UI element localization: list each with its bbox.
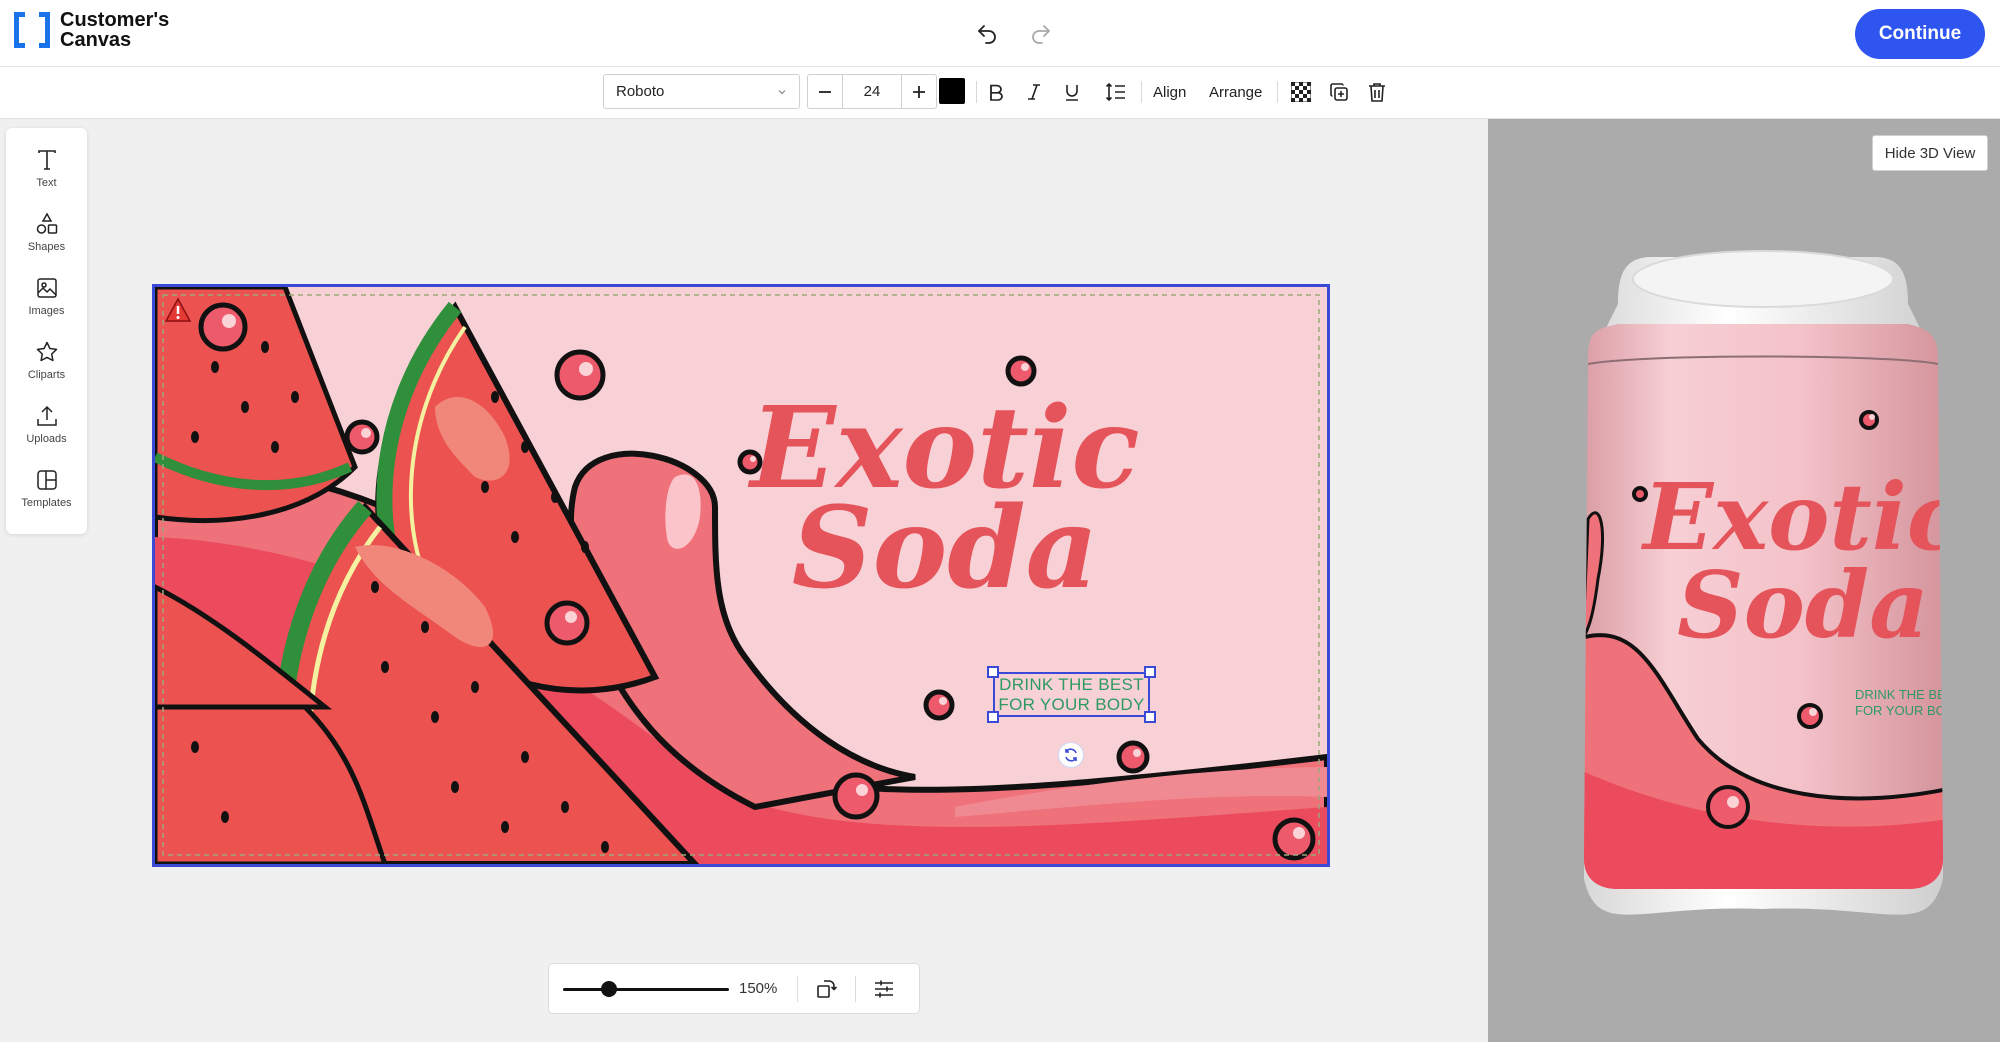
undo-icon <box>978 25 996 44</box>
star-icon <box>36 341 57 362</box>
app-header: Customer's Canvas Continue <box>0 0 2000 67</box>
tool-templates[interactable]: Templates <box>6 462 87 522</box>
can-tagline-line-2: FOR YOUR BC <box>1855 703 1945 718</box>
zoom-bar: 150% <box>548 963 920 1014</box>
can-tagline-line-1: DRINK THE BE <box>1855 687 1946 702</box>
bold-icon <box>990 84 1003 101</box>
logo-text: Customer's Canvas <box>60 10 169 50</box>
font-size-increase-button[interactable] <box>902 75 936 108</box>
tool-uploads-label: Uploads <box>26 433 67 445</box>
tools-panel: Text Shapes Images Cliparts Uploads Temp… <box>6 128 87 534</box>
logo[interactable]: Customer's Canvas <box>14 10 169 50</box>
toolbar-divider <box>1277 81 1278 103</box>
plus-icon <box>913 85 925 98</box>
checkerboard-icon <box>1291 82 1311 102</box>
minus-icon <box>819 90 831 93</box>
upload-icon <box>36 405 57 426</box>
rotate-view-button[interactable] <box>809 972 843 1006</box>
zoom-divider <box>855 976 856 1002</box>
delete-button[interactable] <box>1361 76 1393 108</box>
logo-line-2: Canvas <box>60 29 132 51</box>
settings-button[interactable] <box>867 972 901 1006</box>
tool-text-label: Text <box>36 177 57 189</box>
hide-3d-view-button[interactable]: Hide 3D View <box>1872 135 1988 171</box>
undo-button[interactable] <box>970 16 1004 50</box>
italic-icon <box>1028 84 1040 100</box>
3d-preview-panel: Exotic Soda DRINK THE BE FOR YOUR BC <box>1488 119 2000 1042</box>
font-size-decrease-button[interactable] <box>808 75 842 108</box>
logo-mark-icon <box>14 12 50 48</box>
resize-handle-top-right[interactable] <box>1144 666 1156 678</box>
rotate-icon <box>1065 748 1077 762</box>
trash-icon <box>1369 83 1385 102</box>
underline-icon <box>1066 85 1078 101</box>
selection-box[interactable] <box>993 672 1150 717</box>
transparency-button[interactable] <box>1285 76 1317 108</box>
toolbar-divider <box>1141 81 1142 103</box>
line-height-button[interactable] <box>1100 76 1132 108</box>
title-line-2[interactable]: Soda <box>792 483 1098 614</box>
design-canvas[interactable]: Exotic Soda <box>152 284 1330 867</box>
zoom-slider-thumb[interactable] <box>601 981 617 997</box>
warning-icon[interactable] <box>164 297 192 323</box>
align-button[interactable]: Align <box>1153 76 1186 108</box>
rotate-page-icon <box>817 980 838 998</box>
tool-images-label: Images <box>28 305 65 317</box>
font-family-value: Roboto <box>616 83 665 100</box>
sliders-icon <box>875 980 893 998</box>
can-title-line-2: Soda <box>1677 551 1929 659</box>
templates-icon <box>36 470 57 490</box>
rotate-handle[interactable] <box>1058 742 1084 768</box>
zoom-divider <box>797 976 798 1002</box>
tool-templates-label: Templates <box>21 497 72 509</box>
font-size-stepper: 24 <box>807 74 937 109</box>
resize-handle-bottom-left[interactable] <box>987 711 999 723</box>
undo-redo-group <box>970 16 1058 50</box>
zoom-slider-track[interactable] <box>563 988 729 991</box>
bold-button[interactable] <box>980 76 1012 108</box>
font-size-input[interactable]: 24 <box>842 75 902 108</box>
tool-images[interactable]: Images <box>6 270 87 330</box>
resize-handle-top-left[interactable] <box>987 666 999 678</box>
italic-button[interactable] <box>1018 76 1050 108</box>
line-height-icon <box>1105 82 1125 102</box>
arrange-button[interactable]: Arrange <box>1209 76 1262 108</box>
soda-can-3d[interactable]: Exotic Soda DRINK THE BE FOR YOUR BC <box>1488 119 2000 1042</box>
text-color-swatch[interactable] <box>939 78 965 104</box>
watermelon-artwork: Exotic Soda <box>155 287 1327 864</box>
duplicate-button[interactable] <box>1323 76 1355 108</box>
resize-handle-bottom-right[interactable] <box>1144 711 1156 723</box>
tool-shapes-label: Shapes <box>27 241 66 253</box>
tool-cliparts[interactable]: Cliparts <box>6 334 87 394</box>
shapes-icon <box>36 212 57 234</box>
font-family-select[interactable]: Roboto <box>603 74 800 109</box>
tool-cliparts-label: Cliparts <box>27 369 66 381</box>
tool-uploads[interactable]: Uploads <box>6 398 87 458</box>
redo-icon <box>1032 25 1050 44</box>
tool-shapes[interactable]: Shapes <box>6 206 87 266</box>
duplicate-icon <box>1330 83 1348 101</box>
image-icon <box>36 278 57 298</box>
tool-text[interactable]: Text <box>6 142 87 202</box>
chevron-down-icon <box>778 89 786 94</box>
zoom-value: 150% <box>739 980 778 997</box>
underline-button[interactable] <box>1056 76 1088 108</box>
continue-button[interactable]: Continue <box>1855 9 1985 59</box>
text-icon <box>37 150 56 170</box>
text-toolbar: Roboto 24 Align Arrange <box>0 67 2000 119</box>
toolbar-divider <box>976 81 977 103</box>
logo-line-1: Customer's <box>60 9 170 31</box>
redo-button[interactable] <box>1024 16 1058 50</box>
